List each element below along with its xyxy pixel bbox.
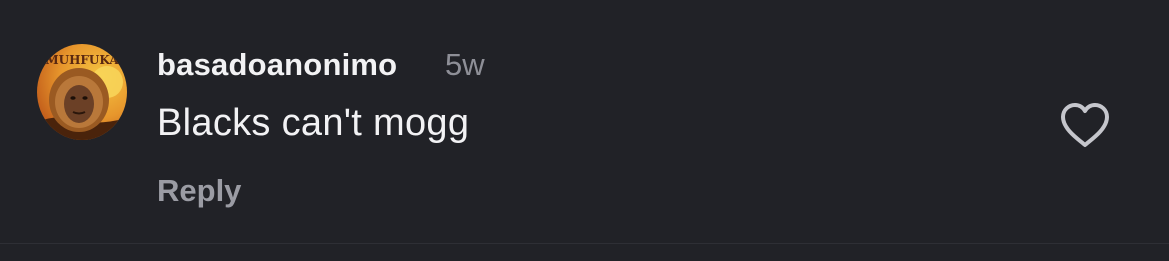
timestamp: 5w xyxy=(445,47,485,82)
comment-item: MUHFUKA basadoanonimo 5w Blacks can't mo… xyxy=(0,0,1169,244)
svg-text:MUHFUKA: MUHFUKA xyxy=(45,53,119,67)
username[interactable]: basadoanonimo xyxy=(157,46,397,84)
avatar[interactable]: MUHFUKA xyxy=(37,44,127,140)
comment-text: Blacks can't mogg xyxy=(157,102,470,144)
heart-outline-icon xyxy=(1061,103,1109,147)
divider xyxy=(0,243,1169,244)
avatar-image: MUHFUKA xyxy=(37,53,127,140)
reply-button[interactable]: Reply xyxy=(157,172,241,210)
like-button[interactable] xyxy=(1059,101,1111,149)
